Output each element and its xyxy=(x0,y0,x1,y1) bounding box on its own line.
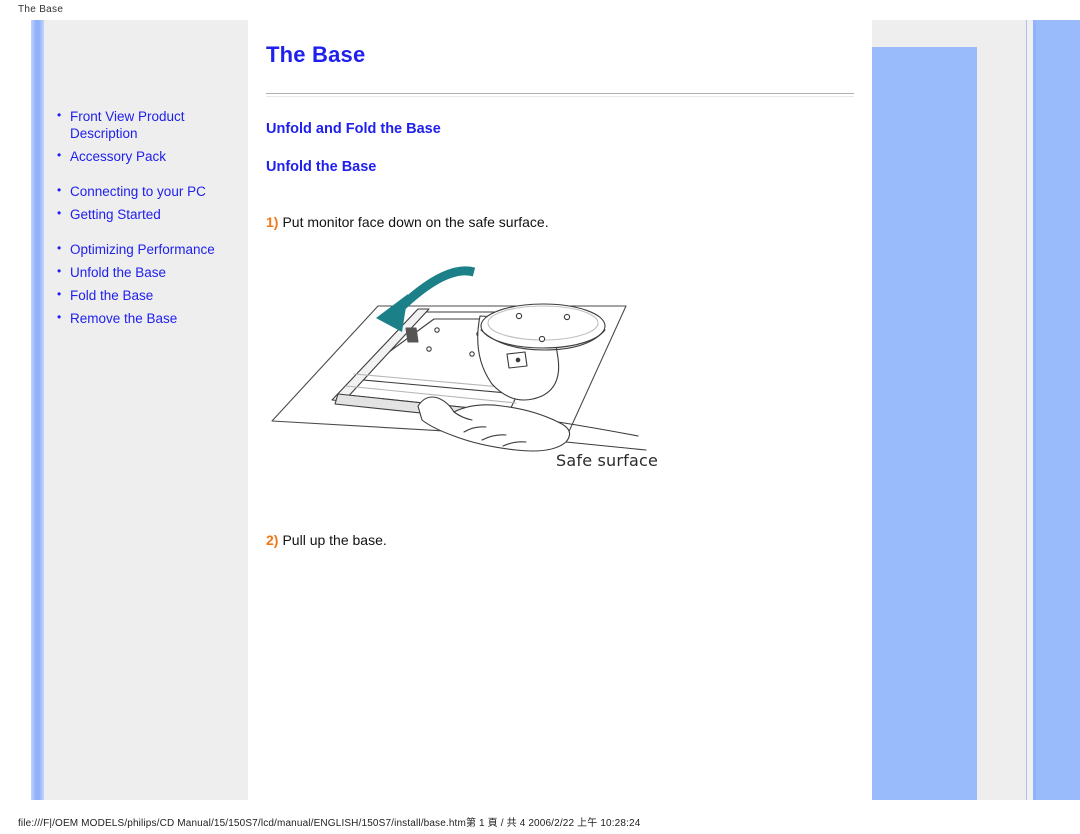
right-decorative-block-secondary-edge xyxy=(1033,20,1036,800)
sidebar-item-getting-started[interactable]: Getting Started xyxy=(57,205,247,223)
step-2: 2) Pull up the base. xyxy=(266,532,858,548)
step-2-text: Pull up the base. xyxy=(282,532,387,548)
sidebar-nav: Front View Product Description Accessory… xyxy=(57,107,247,345)
figure-unfold-base-illustration: Safe surface xyxy=(266,246,858,518)
sidebar: Front View Product Description Accessory… xyxy=(31,20,248,800)
sidebar-item-connecting-to-your-pc[interactable]: Connecting to your PC xyxy=(57,182,247,200)
sidebar-item-accessory-pack[interactable]: Accessory Pack xyxy=(57,147,247,165)
step-1-text: Put monitor face down on the safe surfac… xyxy=(282,214,549,230)
right-decorative-block-secondary xyxy=(1033,20,1080,800)
main-content: The Base Unfold and Fold the Base Unfold… xyxy=(266,20,858,800)
print-footer-path: file:///F|/OEM MODELS/philips/CD Manual/… xyxy=(18,818,641,829)
sidebar-item-remove-the-base[interactable]: Remove the Base xyxy=(57,309,247,327)
figure-caption-safe-surface: Safe surface xyxy=(556,451,659,470)
step-1: 1) Put monitor face down on the safe surf… xyxy=(266,189,858,230)
page-body: Front View Product Description Accessory… xyxy=(0,20,1080,802)
section-title-unfold-and-fold-the-base: Unfold and Fold the Base xyxy=(266,121,441,137)
step-2-number: 2) xyxy=(266,532,279,548)
sidebar-accent-bar xyxy=(31,20,44,800)
sidebar-nav-group-2: Connecting to your PC Getting Started xyxy=(57,182,247,223)
sidebar-item-optimizing-performance[interactable]: Optimizing Performance xyxy=(57,240,247,258)
step-1-number: 1) xyxy=(266,214,279,230)
page-title: The Base xyxy=(266,42,366,67)
subsection-title-unfold-the-base: Unfold the Base xyxy=(266,159,377,175)
right-decorative-block-primary xyxy=(872,47,977,800)
sidebar-nav-group-1: Front View Product Description Accessory… xyxy=(57,107,247,165)
sidebar-item-unfold-the-base[interactable]: Unfold the Base xyxy=(57,263,247,281)
sidebar-item-fold-the-base[interactable]: Fold the Base xyxy=(57,286,247,304)
print-header-title: The Base xyxy=(18,4,64,15)
sidebar-nav-group-3: Optimizing Performance Unfold the Base F… xyxy=(57,240,247,327)
sidebar-item-front-view-product-description[interactable]: Front View Product Description xyxy=(57,107,247,142)
